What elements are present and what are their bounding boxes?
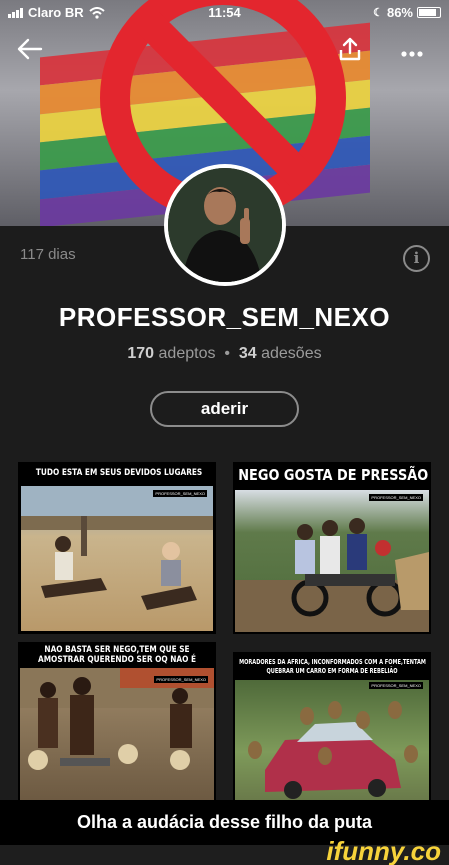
more-dots-icon xyxy=(401,51,423,57)
avatar-photo xyxy=(168,168,282,282)
meme-image: PROFESSOR_SEM_NEXO xyxy=(235,490,429,632)
following-label[interactable]: adesões xyxy=(261,345,322,362)
moon-icon: ☾ xyxy=(373,7,383,19)
meme-caption-line: MORADORES DA AFRICA, INCONFORMADOS COM A… xyxy=(239,658,426,666)
ifunny-logo: ifunny.co xyxy=(326,836,441,865)
meme-watermark: PROFESSOR_SEM_NEXO xyxy=(369,494,423,501)
avatar[interactable] xyxy=(164,164,286,286)
following-count[interactable]: 34 xyxy=(239,345,257,362)
back-button[interactable] xyxy=(14,36,46,66)
followers-count[interactable]: 170 xyxy=(127,345,154,362)
meme-caption-line: NAO BASTA SER NEGO,TEM QUE SE xyxy=(44,645,190,655)
meme-card[interactable]: MORADORES DA AFRICA, INCONFORMADOS COM A… xyxy=(233,652,431,800)
meme-caption: NEGO GOSTA DE PRESSÃO xyxy=(238,466,429,484)
meme-image: PROFESSOR_SEM_NEXO xyxy=(21,486,213,631)
meme-card[interactable]: NAO BASTA SER NEGO,TEM QUE SE AMOSTRAR Q… xyxy=(18,642,216,800)
arrow-left-icon xyxy=(17,38,43,60)
meme-caption-line: QUEBRAR UM CARRO EM FORMA DE REBELIÃO xyxy=(266,667,398,675)
info-icon: i xyxy=(413,249,420,267)
meme-caption: MORADORES DA AFRICA, INCONFORMADOS COM A… xyxy=(239,658,426,676)
battery-icon xyxy=(417,7,441,18)
status-bar: Claro BR 11:54 ☾ 86% xyxy=(0,0,449,24)
profile-stats: 170 adeptos • 34 adesões xyxy=(0,345,449,363)
meme-watermark: PROFESSOR_SEM_NEXO xyxy=(369,682,423,689)
meme-caption: TUDO ESTA EM SEUS DEVIDOS LUGARES xyxy=(35,468,203,478)
meme-card[interactable]: NEGO GOSTA DE PRESSÃO PROFESSOR_SEM_NEXO xyxy=(233,462,431,634)
battery-percent: 86% xyxy=(386,5,413,20)
meme-image: PROFESSOR_SEM_NEXO xyxy=(235,680,429,800)
meme-image: PROFESSOR_SEM_NEXO xyxy=(20,668,214,800)
profile-username: PROFESSOR_SEM_NEXO xyxy=(58,302,391,332)
followers-label[interactable]: adeptos xyxy=(159,345,216,362)
join-button[interactable]: aderir xyxy=(150,391,299,427)
days-since-joined: 117 dias xyxy=(20,246,76,263)
meme-caption: NAO BASTA SER NEGO,TEM QUE SE AMOSTRAR Q… xyxy=(31,645,203,665)
meme-card[interactable]: TUDO ESTA EM SEUS DEVIDOS LUGARES PROFES… xyxy=(18,462,216,634)
more-button[interactable] xyxy=(396,36,428,66)
stats-separator: • xyxy=(224,345,230,362)
share-button[interactable] xyxy=(334,36,366,66)
info-button[interactable]: i xyxy=(403,245,430,272)
share-icon xyxy=(339,37,361,61)
battery-info: ☾ 86% xyxy=(373,5,441,20)
meme-watermark: PROFESSOR_SEM_NEXO xyxy=(153,490,207,497)
meme-watermark: PROFESSOR_SEM_NEXO xyxy=(154,676,208,683)
meme-caption-line: AMOSTRAR QUERENDO SER OQ NAO É xyxy=(37,655,197,665)
